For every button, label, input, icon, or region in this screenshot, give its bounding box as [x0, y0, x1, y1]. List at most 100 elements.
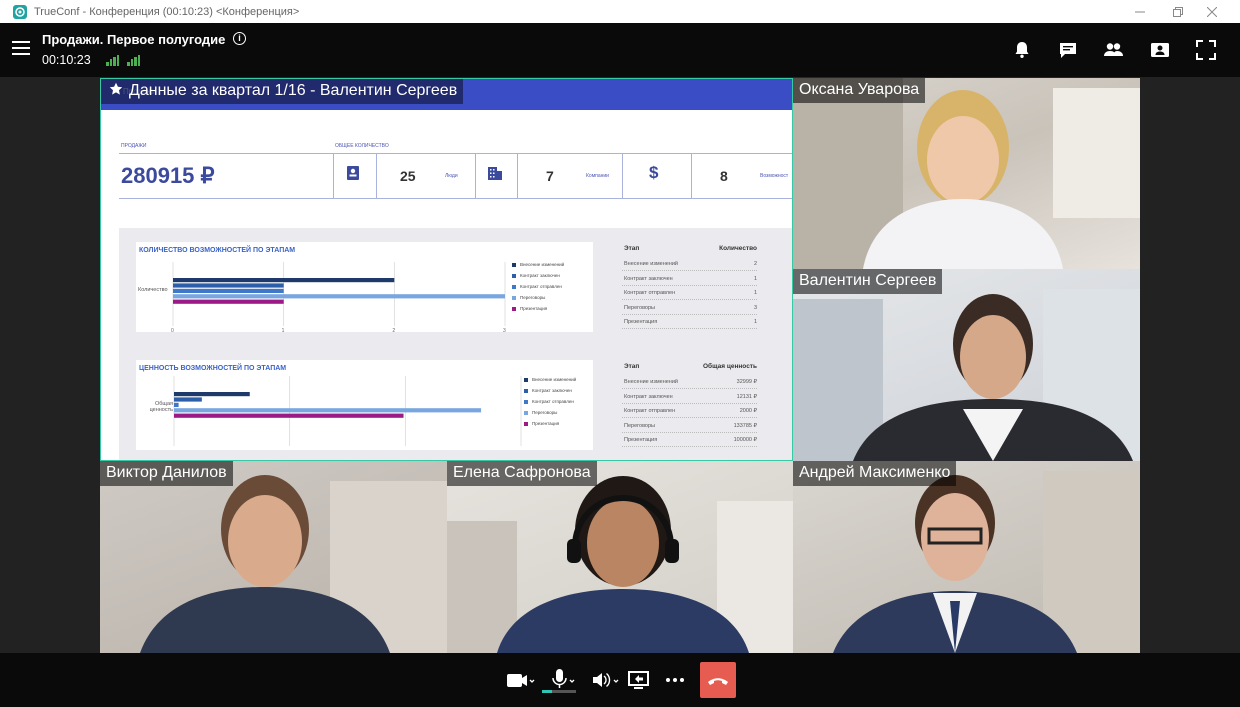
table-row: Презентация 100000 ₽ [622, 433, 757, 448]
kpi-divider [691, 153, 692, 198]
bell-icon[interactable] [1011, 39, 1033, 61]
participant-name: Елена Сафронова [447, 461, 597, 486]
menu-icon-line [12, 41, 30, 43]
table-cell-stage: Контракт отправлен [624, 408, 676, 415]
screen-share-button[interactable] [626, 667, 652, 693]
table-cell-value: 2 [753, 261, 757, 267]
table-cell-value: 133785 ₽ [733, 422, 757, 429]
participant-tile[interactable]: Виктор Данилов [100, 461, 447, 653]
opportunity-value-chart: ЦЕННОСТЬ ВОЗМОЖНОСТЕЙ ПО ЭТАПАМ Общая це… [136, 360, 593, 450]
table-cell-value: 100000 ₽ [733, 437, 757, 444]
legend-item: Контракт отправлен [524, 399, 574, 404]
table-row: Контракт отправлен 1 [622, 286, 757, 301]
restore-icon [1173, 6, 1183, 17]
building-icon [488, 167, 502, 180]
legend-item: Контракт отправлен [512, 284, 562, 289]
legend-label: Презентация [532, 421, 560, 426]
table-cell-stage: Презентация [624, 319, 658, 326]
layout-icon[interactable] [1149, 39, 1171, 61]
participants-icon[interactable] [1102, 39, 1124, 61]
more-icon [666, 678, 684, 682]
legend-item: Презентация [524, 421, 559, 426]
table-cell-stage: Презентация [624, 437, 658, 444]
participant-name: Виктор Данилов [100, 461, 233, 486]
legend-label: Внесение изменений [532, 377, 577, 382]
camera-icon [507, 674, 535, 687]
info-icon[interactable]: i [233, 32, 246, 45]
chat-icon[interactable] [1057, 39, 1079, 61]
hangup-button[interactable] [700, 662, 736, 698]
legend-label: Внесение изменений [520, 262, 565, 267]
table-row: Презентация 1 [622, 315, 757, 330]
companies-unit: Компании [586, 173, 609, 179]
close-icon [1207, 6, 1217, 17]
signal-strength-icon [106, 55, 119, 66]
legend-label: Контракт отправлен [520, 284, 562, 289]
legend-swatch [524, 399, 528, 404]
legend-label: Переговоры [520, 295, 546, 300]
legend-item: Внесение изменений [524, 377, 576, 382]
camera-button[interactable] [505, 667, 537, 693]
sales-label: ПРОДАЖИ [121, 143, 147, 149]
trueconf-logo-icon [13, 4, 27, 19]
chart-x-tick-label: 3 [503, 328, 506, 334]
legend-label: Контракт заключен [520, 273, 560, 278]
participant-tile[interactable]: Валентин Сергеев [793, 269, 1140, 461]
legend-swatch [524, 410, 528, 415]
minimize-icon [1135, 11, 1145, 12]
window-title-bar: TrueConf - Конференция (00:10:23) <Конфе… [0, 0, 1240, 23]
participant-tile[interactable]: Елена Сафронова [447, 461, 793, 653]
opportunities-unit: Возможност [760, 173, 789, 179]
opportunity-count-table: Этап Количество Внесение изменений 2 Контр… [622, 242, 757, 337]
table-cell-value: 2000 ₽ [739, 408, 757, 415]
companies-count-value: 7 [546, 168, 554, 184]
participant-tile[interactable]: Андрей Максименко [793, 461, 1140, 653]
table-header-stage: Этап [624, 245, 640, 252]
fullscreen-icon[interactable] [1195, 39, 1217, 61]
menu-button[interactable] [12, 41, 30, 57]
legend-swatch [512, 262, 516, 267]
table-cell-stage: Контракт заключен [624, 393, 673, 400]
conference-title: Продажи. Первое полугодие [42, 32, 226, 47]
chart-plot-area [173, 376, 522, 446]
participant-tile[interactable]: Оксана Уварова [793, 78, 1140, 269]
participant-video [793, 289, 1140, 461]
legend-item: Внесение изменений [512, 262, 564, 267]
legend-item: Переговоры [512, 295, 545, 300]
star-icon[interactable] [109, 82, 123, 96]
legend-swatch [512, 295, 516, 300]
table-cell-stage: Контракт заключен [624, 275, 673, 282]
microphone-level-meter [542, 690, 576, 693]
participant-video [140, 475, 447, 653]
more-button[interactable] [663, 667, 689, 693]
opportunity-count-chart: КОЛИЧЕСТВО ВОЗМОЖНОСТЕЙ ПО ЭТАПАМ Количе… [136, 242, 593, 334]
shared-screen[interactable]: Продажи ПРОДАЖИ ОБЩЕЕ КОЛИЧЕСТВО 280915 … [100, 78, 793, 461]
legend-swatch [524, 377, 528, 382]
speaker-button[interactable] [590, 667, 622, 693]
legend-item: Презентация [512, 306, 547, 311]
kpi-divider [475, 153, 476, 198]
conference-header: Продажи. Первое полугодие i 00:10:23 [0, 23, 1240, 77]
table-cell-stage: Переговоры [624, 422, 656, 429]
minimize-button[interactable] [1120, 0, 1160, 23]
legend-swatch [512, 273, 516, 278]
participant-video [447, 476, 793, 653]
sales-value: 280915 ₽ [121, 163, 215, 188]
close-button[interactable] [1192, 0, 1232, 23]
chart-bar-series-5 [174, 413, 404, 418]
table-cell-value: 1 [753, 275, 757, 282]
call-controls-bar [0, 653, 1240, 707]
table-cell-stage: Переговоры [624, 304, 656, 311]
legend-item: Переговоры [524, 410, 557, 415]
window-title: TrueConf - Конференция (00:10:23) <Конфе… [34, 5, 300, 18]
legend-swatch [524, 421, 528, 426]
table-cell-stage: Контракт отправлен [624, 290, 676, 297]
chart-bar-series-3 [174, 402, 179, 407]
participant-name: Оксана Уварова [793, 78, 926, 103]
trueconf-window: TrueConf - Конференция (00:10:23) <Конфе… [0, 0, 1240, 707]
kpi-divider [622, 153, 623, 198]
opportunity-value-table: Этап Общая ценность Внесение изменений 32… [622, 360, 757, 455]
legend-item: Контракт заключен [512, 273, 560, 278]
kpi-divider [376, 153, 377, 198]
chart-x-tick-label: 1 [281, 328, 285, 334]
